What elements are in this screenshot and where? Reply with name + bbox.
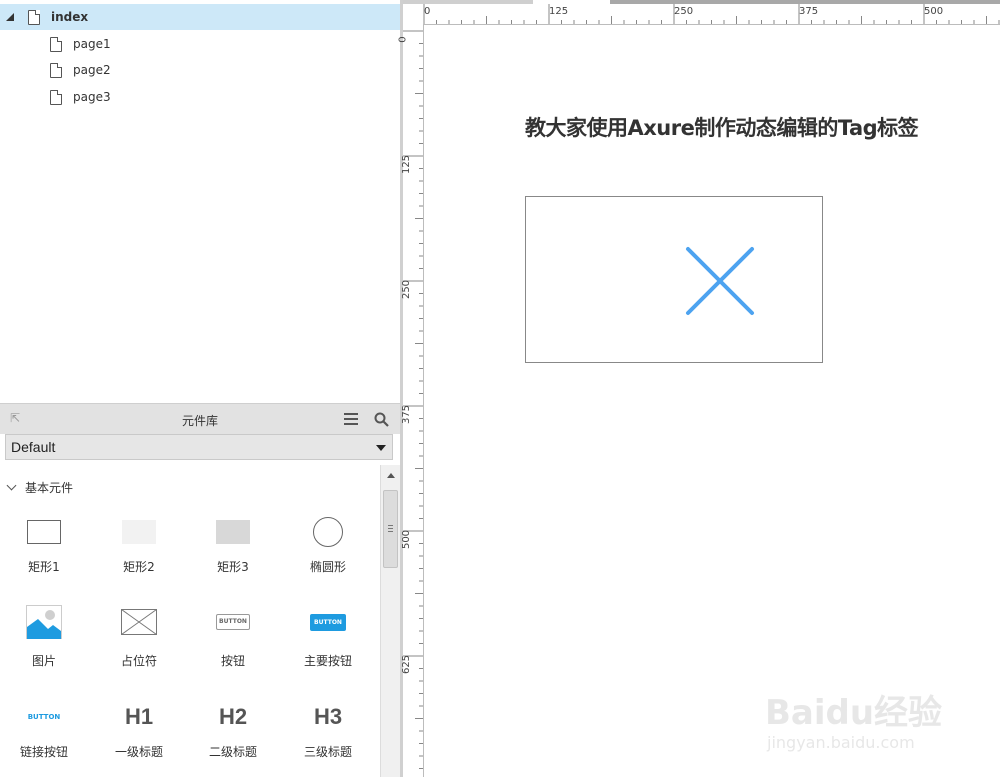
widget-label: 矩形3 xyxy=(217,560,249,574)
widget-label: 链接按钮 xyxy=(19,745,68,759)
rect-outline-icon xyxy=(0,512,91,552)
ruler-horizontal: 0 125 250 375 500 xyxy=(403,4,1000,25)
ruler-label: 500 xyxy=(401,529,413,550)
h3-icon: H3 xyxy=(313,704,343,729)
h1-icon: H1 xyxy=(124,704,154,729)
page-label: index xyxy=(51,10,89,24)
widget-label: 三级标题 xyxy=(303,745,352,759)
page-label: page1 xyxy=(73,37,111,51)
widget-h3[interactable]: H3 三级标题 xyxy=(281,697,375,777)
widget-primary-button[interactable]: BUTTON 主要按钮 xyxy=(281,602,375,682)
ruler-label: 0 xyxy=(424,6,431,17)
close-icon[interactable] xyxy=(684,245,756,317)
watermark-brand: Baidu经验 xyxy=(765,693,943,733)
widget-rect1[interactable]: 矩形1 xyxy=(0,512,91,592)
widget-label: 矩形1 xyxy=(28,560,60,574)
widget-label: 二级标题 xyxy=(208,745,257,759)
category-label: 基本元件 xyxy=(25,481,74,495)
primary-button-icon: BUTTON xyxy=(281,602,375,642)
h2-icon: H2 xyxy=(218,704,248,729)
widget-label: 占位符 xyxy=(120,654,157,668)
search-icon[interactable] xyxy=(374,412,389,427)
grip-icon xyxy=(388,525,393,534)
page-icon xyxy=(50,37,62,52)
page-tree-item-page3[interactable]: page3 xyxy=(0,84,400,110)
ruler-label: 625 xyxy=(401,654,413,675)
ruler-label: 500 xyxy=(924,6,944,17)
scrollbar-thumb[interactable] xyxy=(383,490,398,568)
watermark: Baidu经验 jingyan.baidu.com xyxy=(765,665,1000,777)
widget-h2[interactable]: H2 二级标题 xyxy=(186,697,280,777)
rect-light-icon xyxy=(92,512,186,552)
ruler-label: 250 xyxy=(674,6,694,17)
widget-ellipse[interactable]: 椭圆形 xyxy=(281,512,375,592)
link-button-icon: BUTTON xyxy=(27,713,61,721)
library-title: 元件库 xyxy=(181,414,218,428)
left-panel: index page1 page2 page3 ⇱ 元件库 Default 基本… xyxy=(0,0,401,777)
page-tree-item-index[interactable]: index xyxy=(0,4,400,30)
ruler-label: 375 xyxy=(401,404,413,425)
ruler-vertical: 0 125 250 375 500 625 xyxy=(398,24,424,777)
widget-rect2[interactable]: 矩形2 xyxy=(92,512,186,592)
widget-label: 主要按钮 xyxy=(303,654,352,668)
widget-button[interactable]: BUTTON 按钮 xyxy=(186,602,280,682)
page-icon xyxy=(28,10,40,25)
ruler-label: 125 xyxy=(549,6,569,17)
page-tree-item-page2[interactable]: page2 xyxy=(0,57,400,83)
widget-placeholder[interactable]: 占位符 xyxy=(92,602,186,682)
widget-label: 椭圆形 xyxy=(309,560,346,574)
collapse-triangle-icon[interactable] xyxy=(6,13,14,21)
watermark-url: jingyan.baidu.com xyxy=(767,733,915,752)
page-label: page2 xyxy=(73,63,111,77)
page-tree-item-page1[interactable]: page1 xyxy=(0,31,400,57)
page-icon xyxy=(50,90,62,105)
canvas-heading[interactable]: 教大家使用Axure制作动态编辑的Tag标签 xyxy=(525,112,919,142)
library-select[interactable]: Default xyxy=(5,434,393,460)
widget-rect3[interactable]: 矩形3 xyxy=(186,512,280,592)
pages-tree: index page1 page2 page3 xyxy=(0,0,400,400)
library-header: ⇱ 元件库 xyxy=(0,403,400,434)
widget-link-button[interactable]: BUTTON 链接按钮 xyxy=(0,697,91,777)
widget-label: 矩形2 xyxy=(123,560,155,574)
chevron-down-icon xyxy=(6,480,17,491)
widget-label: 图片 xyxy=(31,654,56,668)
ellipse-icon xyxy=(281,512,375,552)
button-icon: BUTTON xyxy=(186,602,280,642)
widget-image[interactable]: 图片 xyxy=(0,602,91,682)
ruler-label: 0 xyxy=(397,36,409,43)
image-icon xyxy=(0,602,91,642)
widget-h1[interactable]: H1 一级标题 xyxy=(92,697,186,777)
library-widgets: 基本元件 矩形1 矩形2 矩形3 椭圆形 图片 占位符 BUTTON 按钮 BU… xyxy=(0,465,380,777)
library-scrollbar[interactable] xyxy=(380,465,401,777)
category-header[interactable]: 基本元件 xyxy=(6,479,74,496)
tag-rectangle[interactable] xyxy=(525,196,823,363)
library-select-value: Default xyxy=(11,439,56,455)
scroll-up-arrow-icon[interactable] xyxy=(387,473,395,478)
menu-icon[interactable] xyxy=(344,413,358,425)
ruler-label: 375 xyxy=(799,6,819,17)
widget-label: 按钮 xyxy=(220,654,245,668)
rect-gray-icon xyxy=(186,512,280,552)
ruler-label: 125 xyxy=(401,154,413,175)
widget-label: 一级标题 xyxy=(114,745,163,759)
dropdown-arrow-icon xyxy=(376,445,386,451)
page-icon xyxy=(50,63,62,78)
ruler-label: 250 xyxy=(401,279,413,300)
placeholder-icon xyxy=(92,602,186,642)
page-label: page3 xyxy=(73,90,111,104)
